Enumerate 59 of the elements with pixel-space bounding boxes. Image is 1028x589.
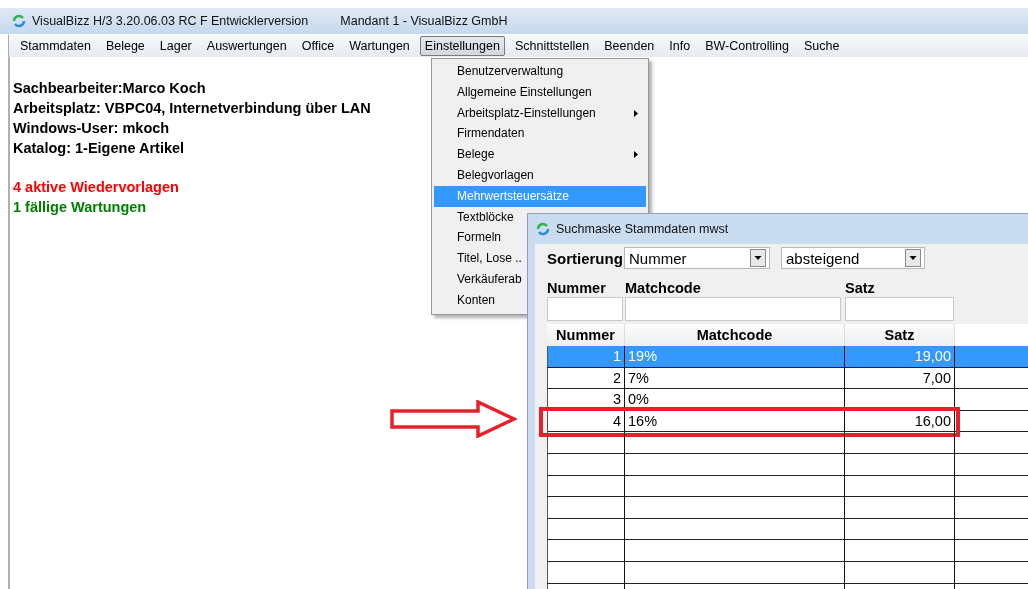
menu-item[interactable]: Stammdaten <box>15 36 96 56</box>
menu-item[interactable]: Lager <box>154 36 197 56</box>
filter-field[interactable] <box>625 297 841 321</box>
empty-table-row[interactable] <box>547 540 1028 562</box>
filter-label: Nummer <box>547 279 606 297</box>
table-row[interactable]: 4 16% 16,00 <box>547 410 1028 433</box>
menu-entry[interactable]: Allgemeine Einstellungen <box>434 81 646 103</box>
info-line: Arbeitsplatz: VBPC04, Internetverbindung über LAN <box>13 99 371 118</box>
table-cell: 0% <box>625 389 845 411</box>
menu-item[interactable]: Wartungen <box>344 36 415 56</box>
info-line: Sachbearbeiter:Marco Koch <box>13 79 206 98</box>
filter-field[interactable] <box>845 297 954 321</box>
menu-item[interactable]: Office <box>296 36 340 56</box>
menu-entry[interactable]: Belegvorlagen <box>434 165 646 186</box>
empty-table-row[interactable] <box>547 561 1028 584</box>
empty-table-row[interactable] <box>547 497 1028 519</box>
table-cell: 1 <box>547 346 625 367</box>
menu-entry[interactable]: Belege <box>434 144 646 165</box>
menu-item[interactable]: Einstellungen <box>419 36 505 56</box>
info-line: Windows-User: mkoch <box>13 119 170 138</box>
app-icon <box>536 222 550 236</box>
table-row[interactable]: 3 0% <box>547 389 1028 411</box>
alert-text: 4 aktive Wiedervorlagen <box>13 178 179 197</box>
window-title: VisualBizz H/3 3.20.06.03 RC F Entwicklerversion <box>32 14 309 28</box>
empty-table-row[interactable] <box>547 518 1028 541</box>
table-cell: 16% <box>625 410 845 432</box>
filter-label: Satz <box>845 279 875 297</box>
info-line: Katalog: 1-Eigene Artikel <box>13 139 185 158</box>
table-cell: 4 <box>547 410 625 432</box>
alert-text: 1 fällige Wartungen <box>13 198 147 217</box>
dialog-title: Suchmaske Stammdaten mwst <box>556 222 729 236</box>
menu-item[interactable]: Belege <box>100 36 150 56</box>
menu-item[interactable]: Auswertungen <box>201 36 292 56</box>
empty-table-row[interactable] <box>547 432 1028 454</box>
menu-item[interactable]: Beenden <box>599 36 660 56</box>
menu-entry[interactable]: Arbeitsplatz-Einstellungen <box>434 102 646 124</box>
table-cell: 7,00 <box>922 369 951 386</box>
menu-item[interactable]: Info <box>664 36 696 56</box>
sort-label: Sortierung <box>547 249 624 267</box>
sort-order-dropdown[interactable]: absteigend <box>781 247 925 269</box>
menu-item[interactable]: Schnittstellen <box>509 36 595 56</box>
window-subtitle: Mandant 1 - VisualBizz GmbH <box>340 14 508 28</box>
table-row[interactable]: 2 7% 7,00 <box>547 367 1028 390</box>
menu-item[interactable]: BW-Controlling <box>700 36 794 56</box>
menu-entry[interactable]: Benutzerverwaltung <box>434 61 646 82</box>
empty-table-row[interactable] <box>547 475 1028 498</box>
filter-field[interactable] <box>547 297 623 321</box>
table-cell: 3 <box>547 389 625 411</box>
table-cell: 19% <box>625 346 845 367</box>
filter-label: Matchcode <box>625 279 701 297</box>
app-icon <box>12 14 26 28</box>
menu-entry[interactable]: Firmendaten <box>434 123 646 145</box>
sort-field-dropdown[interactable]: Nummer <box>624 247 770 269</box>
table-cell: 16,00 <box>914 412 951 429</box>
table-cell: 7% <box>625 367 845 389</box>
empty-table-row[interactable] <box>547 453 1028 476</box>
table-cell: 19,00 <box>914 348 951 364</box>
menu-item[interactable]: Suche <box>799 36 845 56</box>
table-cell: 2 <box>547 367 625 389</box>
